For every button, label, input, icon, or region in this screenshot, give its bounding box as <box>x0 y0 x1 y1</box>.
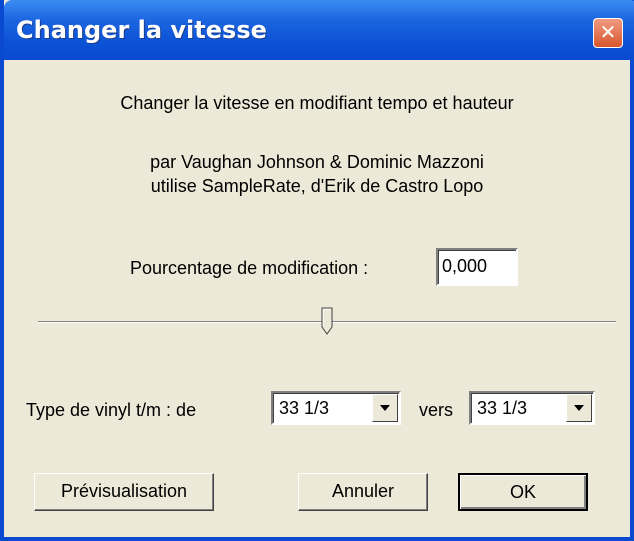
vinyl-to-select[interactable]: 33 1/3 <box>469 391 595 425</box>
percent-input[interactable]: 0,000 <box>436 248 518 286</box>
ok-button[interactable]: OK <box>458 473 588 511</box>
close-button[interactable]: ✕ <box>593 18 623 48</box>
chevron-down-icon <box>574 405 584 411</box>
vinyl-from-select[interactable]: 33 1/3 <box>271 391 401 425</box>
vinyl-to-value: 33 1/3 <box>477 398 528 418</box>
chevron-down-icon <box>380 405 390 411</box>
percent-label: Pourcentage de modification : <box>130 258 369 278</box>
close-icon: ✕ <box>599 20 617 44</box>
description-text: Changer la vitesse en modifiant tempo et… <box>120 93 514 113</box>
vinyl-from-dropdown-button[interactable] <box>372 394 398 422</box>
vinyl-from-value: 33 1/3 <box>279 398 330 418</box>
vinyl-to-dropdown-button[interactable] <box>566 394 592 422</box>
vinyl-to-label: vers <box>419 400 454 420</box>
vinyl-label: Type de vinyl t/m : de <box>26 400 197 420</box>
speed-slider-thumb[interactable] <box>321 307 333 335</box>
preview-button[interactable]: Prévisualisation <box>34 473 214 511</box>
credits-line-2: utilise SampleRate, d'Erik de Castro Lop… <box>150 176 484 196</box>
dialog-window: Changer la vitesse ✕ Changer la vitesse … <box>0 0 634 541</box>
title-bar[interactable]: Changer la vitesse ✕ <box>4 0 634 60</box>
window-title: Changer la vitesse <box>16 16 267 44</box>
credits-line-1: par Vaughan Johnson & Dominic Mazzoni <box>150 152 484 172</box>
cancel-button[interactable]: Annuler <box>298 473 428 511</box>
